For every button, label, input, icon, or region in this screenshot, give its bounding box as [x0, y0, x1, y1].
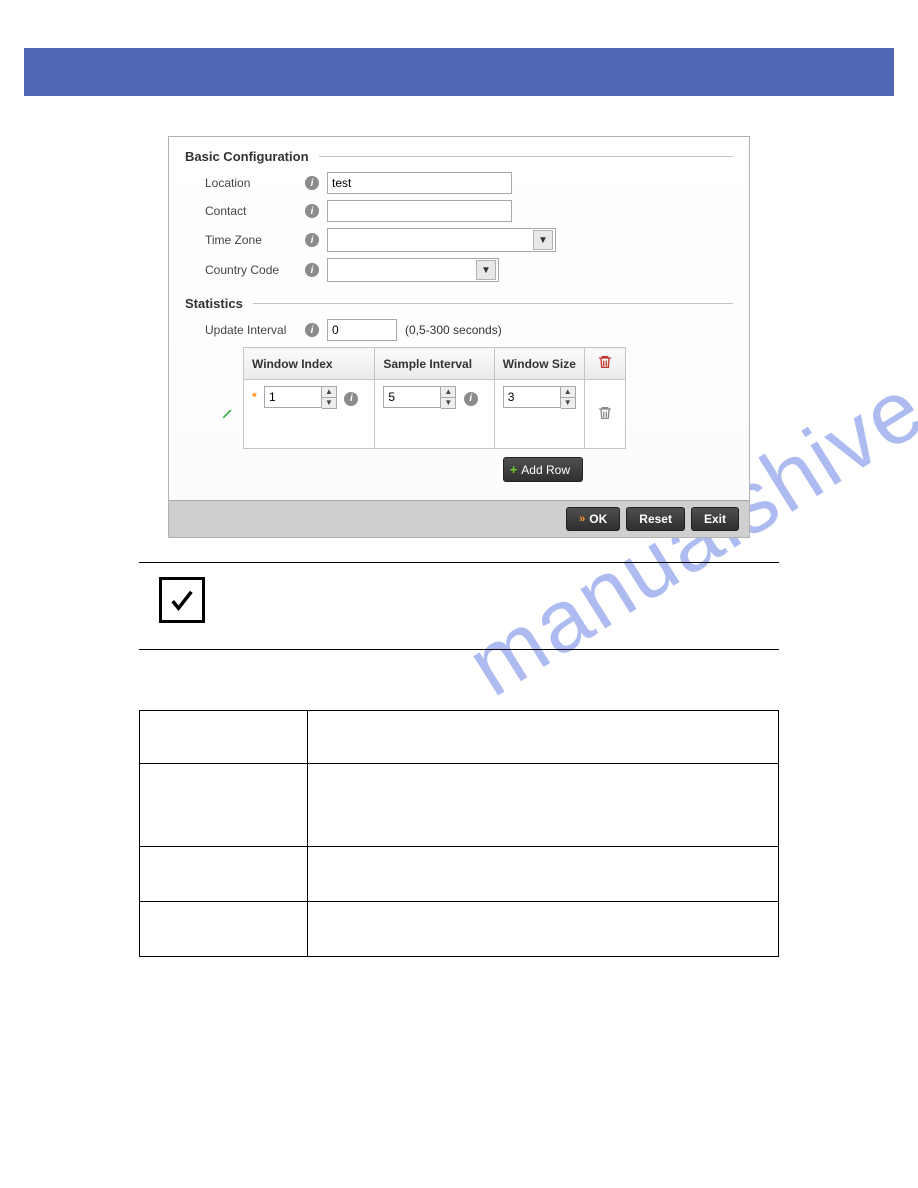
window-index-input[interactable]	[264, 386, 322, 408]
timezone-select[interactable]: ▼	[327, 228, 556, 252]
document-body	[139, 562, 779, 957]
check-icon	[159, 577, 205, 623]
pencil-icon[interactable]	[221, 409, 235, 423]
section-rule	[319, 156, 733, 157]
col-delete-all[interactable]	[584, 348, 625, 380]
info-icon[interactable]: i	[305, 233, 319, 247]
table-row	[140, 711, 779, 764]
col-sample-interval: Sample Interval	[375, 348, 494, 380]
col-window-index: Window Index	[244, 348, 375, 380]
spinner-down-icon[interactable]: ▼	[322, 398, 336, 408]
timezone-label: Time Zone	[205, 233, 305, 247]
country-label: Country Code	[205, 263, 305, 277]
info-icon[interactable]: i	[344, 392, 358, 406]
statistics-table: Window Index Sample Interval Window Size…	[213, 347, 626, 449]
location-input[interactable]	[327, 172, 512, 194]
ok-label: OK	[589, 512, 607, 526]
info-icon[interactable]: i	[464, 392, 478, 406]
divider	[139, 562, 779, 563]
section-rule	[253, 303, 733, 304]
update-interval-label: Update Interval	[205, 323, 305, 337]
table-row	[140, 847, 779, 902]
divider	[139, 649, 779, 650]
sample-interval-input[interactable]	[383, 386, 441, 408]
contact-label: Contact	[205, 204, 305, 218]
update-interval-input[interactable]	[327, 319, 397, 341]
country-select[interactable]: ▼	[327, 258, 499, 282]
exit-button[interactable]: Exit	[691, 507, 739, 531]
trash-icon	[597, 359, 613, 373]
row-delete-cell[interactable]	[584, 380, 625, 449]
spinner-up-icon[interactable]: ▲	[322, 387, 336, 398]
window-size-input[interactable]	[503, 386, 561, 408]
reset-label: Reset	[639, 512, 672, 526]
chevron-down-icon: ▼	[476, 260, 496, 280]
table-row	[140, 764, 779, 847]
config-panel: Basic Configuration Location i Contact i…	[168, 136, 750, 538]
chevron-down-icon: ▼	[533, 230, 553, 250]
chevron-right-icon: »	[579, 513, 585, 525]
window-size-spinner[interactable]: ▲▼	[503, 386, 576, 409]
spinner-down-icon[interactable]: ▼	[561, 398, 575, 408]
plus-icon: +	[510, 462, 518, 477]
document-table	[139, 710, 779, 957]
reset-button[interactable]: Reset	[626, 507, 685, 531]
exit-label: Exit	[704, 512, 726, 526]
table-row: * ▲▼ i ▲▼ i ▲▼	[213, 380, 625, 449]
panel-footer: » OK Reset Exit	[169, 500, 749, 537]
info-icon[interactable]: i	[305, 176, 319, 190]
trash-icon	[597, 410, 613, 424]
add-row-button[interactable]: + Add Row	[503, 457, 583, 482]
info-icon[interactable]: i	[305, 323, 319, 337]
window-index-spinner[interactable]: ▲▼	[264, 386, 337, 409]
info-icon[interactable]: i	[305, 204, 319, 218]
required-star: *	[252, 390, 257, 404]
spinner-down-icon[interactable]: ▼	[441, 398, 455, 408]
spinner-up-icon[interactable]: ▲	[561, 387, 575, 398]
info-icon[interactable]: i	[305, 263, 319, 277]
spinner-up-icon[interactable]: ▲	[441, 387, 455, 398]
statistics-title: Statistics	[185, 296, 243, 311]
contact-input[interactable]	[327, 200, 512, 222]
location-label: Location	[205, 176, 305, 190]
table-row	[140, 902, 779, 957]
page-header-bar	[24, 48, 894, 96]
add-row-label: Add Row	[521, 463, 570, 477]
ok-button[interactable]: » OK	[566, 507, 620, 531]
basic-config-title: Basic Configuration	[185, 149, 309, 164]
sample-interval-spinner[interactable]: ▲▼	[383, 386, 456, 409]
col-window-size: Window Size	[494, 348, 584, 380]
update-interval-hint: (0,5-300 seconds)	[405, 323, 502, 337]
